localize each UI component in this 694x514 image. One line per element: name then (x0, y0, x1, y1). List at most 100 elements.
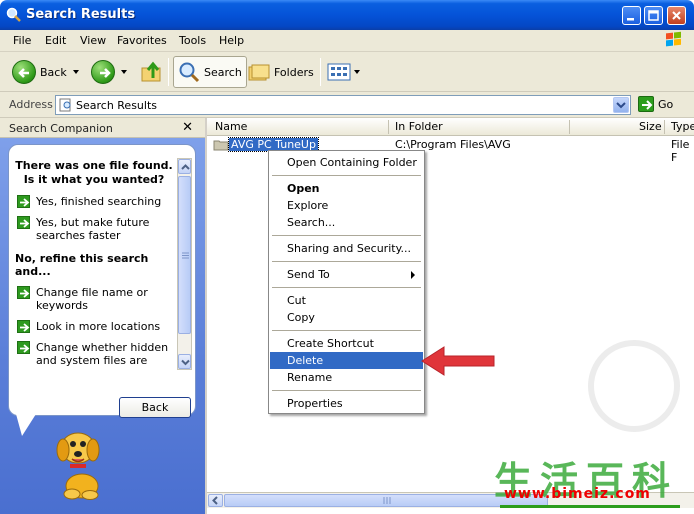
views-dropdown-icon[interactable] (354, 70, 360, 74)
column-header: Name In Folder Size Type (207, 118, 694, 136)
folders-button[interactable]: Folders (248, 56, 314, 88)
maximize-icon (648, 10, 659, 21)
search-dog-icon (56, 432, 100, 500)
forward-button[interactable] (91, 56, 127, 88)
menu-rename[interactable]: Rename (270, 369, 423, 386)
option-hidden-files[interactable]: Change whether hidden and system files a… (15, 341, 173, 367)
search-button[interactable]: Search (173, 56, 247, 88)
column-name[interactable]: Name (215, 120, 247, 133)
column-separator[interactable] (388, 120, 389, 134)
maximize-button[interactable] (644, 6, 663, 25)
scroll-down-button[interactable] (178, 354, 191, 369)
context-menu: Open Containing Folder Open Explore Sear… (268, 150, 425, 414)
menu-send-to[interactable]: Send To (270, 266, 423, 283)
green-arrow-icon (17, 341, 30, 354)
search-window-icon (6, 7, 21, 22)
up-folder-icon (141, 61, 161, 82)
companion-content: There was one file found. Is it what you… (15, 159, 173, 367)
option-label: Yes, finished searching (36, 195, 162, 208)
column-size[interactable]: Size (639, 120, 662, 133)
menu-cut[interactable]: Cut (270, 292, 423, 309)
search-companion-pane: Search Companion ✕ There was one file fo… (0, 118, 205, 514)
search-companion-header: Search Companion ✕ (0, 118, 205, 138)
address-input[interactable]: Search Results (55, 95, 631, 115)
search-results-icon (59, 98, 71, 112)
option-change-name[interactable]: Change file name or keywords (15, 286, 173, 312)
option-label: Yes, but make future searches faster (36, 216, 150, 242)
back-button[interactable]: Back (12, 56, 79, 88)
forward-dropdown-icon[interactable] (121, 70, 127, 74)
menu-open[interactable]: Open (270, 180, 423, 197)
menu-view[interactable]: View (80, 34, 106, 47)
option-faster-searches[interactable]: Yes, but make future searches faster (15, 216, 173, 242)
toolbar-separator (320, 58, 321, 86)
menu-separator (272, 261, 421, 262)
menu-file[interactable]: File (13, 34, 31, 47)
scroll-up-button[interactable] (178, 159, 191, 174)
go-button[interactable]: Go (638, 96, 673, 112)
close-button[interactable] (667, 6, 686, 25)
close-pane-icon[interactable]: ✕ (182, 120, 193, 135)
close-icon (672, 11, 681, 20)
address-bar: Address Search Results Go (0, 92, 694, 118)
companion-bubble: There was one file found. Is it what you… (8, 144, 196, 418)
toolbar: Back Search Folders (0, 52, 694, 92)
search-icon (179, 62, 200, 83)
option-label: Look in more locations (36, 320, 161, 333)
go-label: Go (658, 97, 674, 111)
send-to-label: Send To (287, 268, 330, 281)
menu-properties[interactable]: Properties (270, 395, 423, 412)
column-type[interactable]: Type (671, 120, 694, 133)
views-button[interactable] (327, 56, 360, 88)
option-label: Change whether hidden and system files a… (36, 341, 169, 367)
address-dropdown-button[interactable] (613, 97, 629, 113)
option-finished-searching[interactable]: Yes, finished searching (15, 195, 173, 208)
forward-arrow-icon (91, 60, 115, 84)
menu-search[interactable]: Search... (270, 214, 423, 231)
menu-open-containing-folder[interactable]: Open Containing Folder (270, 154, 423, 171)
folders-label: Folders (274, 65, 314, 79)
column-separator[interactable] (664, 120, 665, 134)
up-folder-button[interactable] (140, 56, 164, 88)
menu-explore[interactable]: Explore (270, 197, 423, 214)
chevron-down-icon (616, 102, 626, 109)
address-value: Search Results (76, 99, 158, 112)
folder-icon (213, 140, 229, 151)
menu-favorites[interactable]: Favorites (117, 34, 167, 47)
column-separator[interactable] (569, 120, 570, 134)
grip-icon (383, 497, 391, 504)
back-arrow-icon (12, 60, 36, 84)
folders-icon (248, 64, 270, 81)
menu-sharing-security[interactable]: Sharing and Security... (270, 240, 423, 257)
scroll-thumb[interactable] (178, 176, 191, 334)
menu-delete[interactable]: Delete (270, 352, 423, 369)
option-more-locations[interactable]: Look in more locations (15, 320, 173, 333)
windows-logo-icon (666, 31, 681, 47)
menu-separator (272, 235, 421, 236)
menu-separator (272, 175, 421, 176)
menu-tools[interactable]: Tools (179, 34, 206, 47)
search-companion-panel: There was one file found. Is it what you… (0, 138, 205, 514)
menu-help[interactable]: Help (219, 34, 244, 47)
menu-copy[interactable]: Copy (270, 309, 423, 326)
companion-scrollbar[interactable] (177, 158, 192, 370)
watermark-magnifier (588, 340, 680, 432)
chevron-up-icon (181, 164, 190, 170)
companion-back-button[interactable]: Back (119, 397, 191, 418)
search-companion-title: Search Companion (9, 122, 113, 135)
back-dropdown-icon[interactable] (72, 70, 79, 74)
menu-edit[interactable]: Edit (45, 34, 66, 47)
menu-separator (272, 287, 421, 288)
bubble-tail (16, 414, 36, 436)
minimize-icon (627, 18, 634, 21)
refine-heading: No, refine this search and... (15, 252, 149, 278)
title-bar: Search Results (0, 0, 694, 30)
menu-separator (272, 390, 421, 391)
scroll-left-button[interactable] (208, 494, 223, 507)
green-arrow-icon (17, 286, 30, 299)
search-label: Search (204, 65, 242, 79)
menu-create-shortcut[interactable]: Create Shortcut (270, 335, 423, 352)
go-arrow-icon (638, 96, 654, 112)
minimize-button[interactable] (622, 6, 641, 25)
column-in-folder[interactable]: In Folder (395, 120, 443, 133)
